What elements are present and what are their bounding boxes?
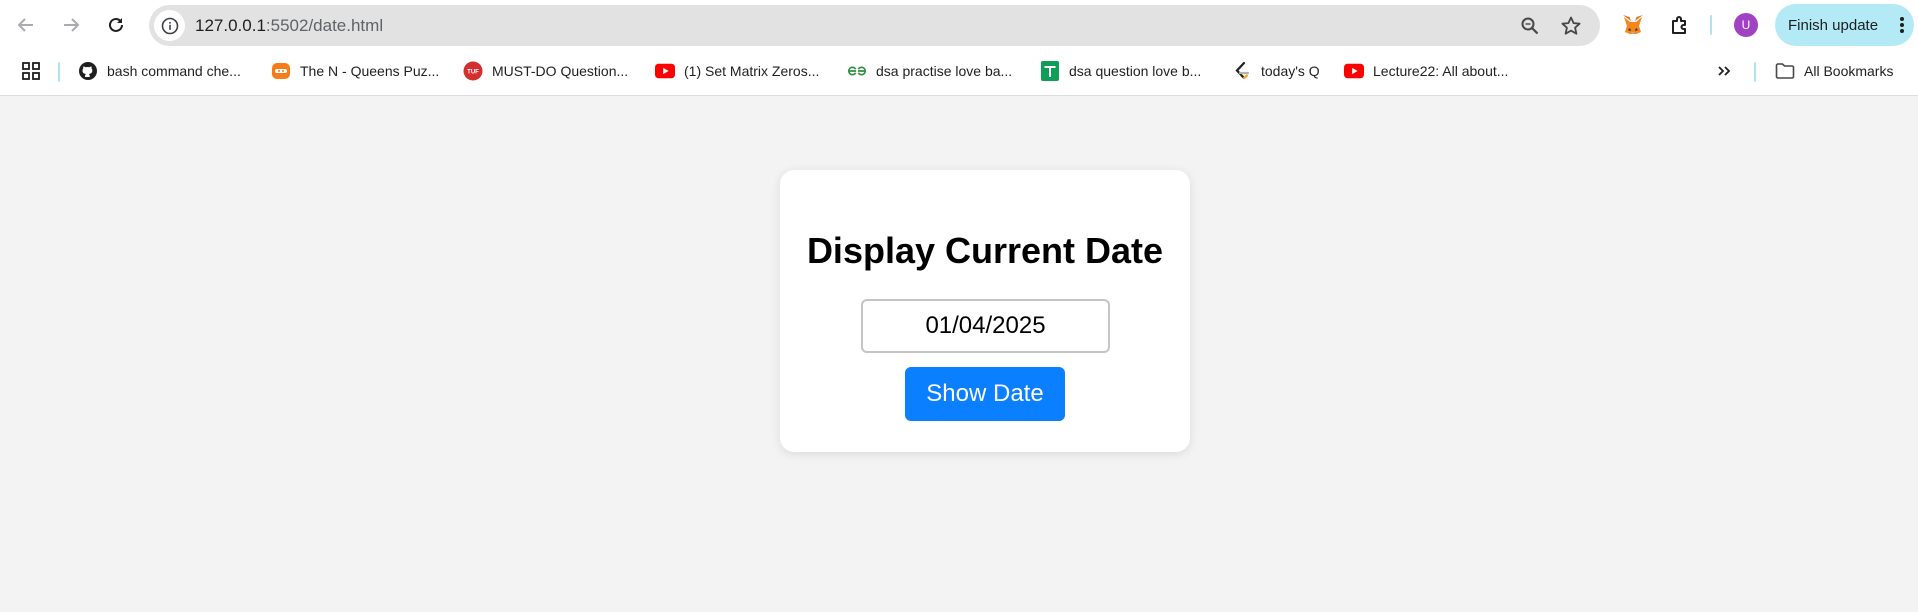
finish-update-button[interactable]: Finish update	[1775, 4, 1914, 46]
extensions-button[interactable]	[1665, 10, 1695, 40]
google-sheets-icon	[1040, 61, 1060, 81]
finish-update-label: Finish update	[1788, 16, 1879, 34]
url-host: 127.0.0.1	[195, 16, 266, 35]
profile-avatar[interactable]: U	[1734, 13, 1758, 37]
metamask-icon	[1623, 15, 1643, 34]
youtube-icon	[1344, 61, 1364, 81]
bookmark-label: The N - Queens Puz...	[300, 63, 440, 79]
bookmark-item[interactable]: dsa question love b...	[1040, 60, 1201, 82]
address-bar[interactable]: 127.0.0.1:5502/date.html	[149, 5, 1600, 46]
arrow-left-icon	[17, 18, 33, 32]
browser-toolbar: 127.0.0.1:5502/date.html U Finish update	[0, 0, 1918, 50]
gfg-icon	[847, 61, 867, 81]
bookmark-item[interactable]: The N - Queens Puz...	[271, 60, 439, 82]
toolbar-separator	[1710, 15, 1712, 35]
page-title: Display Current Date	[806, 230, 1164, 271]
bookmark-label: today's Q	[1261, 63, 1320, 79]
bookmark-label: dsa practise love ba...	[876, 63, 1013, 79]
bookmark-item[interactable]: today's Q	[1232, 60, 1320, 82]
leetcode-icon	[1232, 61, 1252, 81]
youtube-icon	[655, 61, 675, 81]
bookmark-label: dsa question love b...	[1069, 63, 1202, 79]
bookmark-star-button[interactable]	[1559, 14, 1583, 38]
coding-ninjas-icon	[271, 61, 291, 81]
bookmark-item[interactable]: (1) Set Matrix Zeros...	[655, 60, 819, 82]
bookmark-label: Lecture22: All about...	[1373, 63, 1509, 79]
folder-icon	[1775, 61, 1795, 81]
bookmarks-separator	[58, 62, 60, 82]
reload-icon	[109, 17, 123, 32]
bookmarks-overflow-button[interactable]	[1716, 60, 1732, 82]
forward-button[interactable]	[55, 9, 87, 41]
metamask-extension-button[interactable]	[1618, 10, 1648, 40]
all-bookmarks-button[interactable]: All Bookmarks	[1775, 60, 1893, 82]
bookmark-label: bash command che...	[107, 63, 241, 79]
reload-button[interactable]	[100, 9, 132, 41]
bookmark-label: MUST-DO Question...	[492, 63, 629, 79]
date-card: Display Current Date Show Date	[780, 170, 1190, 452]
svg-text:TUF: TUF	[467, 70, 479, 76]
bookmark-label: (1) Set Matrix Zeros...	[684, 63, 820, 79]
zoom-button[interactable]	[1518, 14, 1542, 38]
bookmark-item[interactable]: Lecture22: All about...	[1344, 60, 1508, 82]
bookmarks-bar: bash command che... The N - Queens Puz..…	[0, 50, 1918, 96]
date-input[interactable]	[861, 299, 1110, 353]
double-chevron-right-icon	[1718, 66, 1731, 76]
apps-grid-icon	[22, 62, 40, 80]
info-icon	[161, 17, 178, 34]
back-button[interactable]	[10, 9, 42, 41]
site-info-button[interactable]	[154, 10, 185, 41]
all-bookmarks-label: All Bookmarks	[1804, 63, 1894, 79]
bookmark-item[interactable]: bash command che...	[78, 60, 241, 82]
apps-button[interactable]	[21, 60, 41, 82]
url-text: 127.0.0.1:5502/date.html	[195, 16, 383, 36]
github-icon	[78, 61, 98, 81]
tuf-icon: TUF	[463, 61, 483, 81]
bookmark-item[interactable]: dsa practise love ba...	[847, 60, 1012, 82]
zoom-icon	[1521, 17, 1539, 35]
more-menu-icon[interactable]	[1900, 17, 1904, 33]
url-path: :5502/date.html	[265, 16, 384, 35]
bookmark-item[interactable]: TUF MUST-DO Question...	[463, 60, 628, 82]
star-icon	[1561, 16, 1581, 35]
show-date-button[interactable]: Show Date	[905, 367, 1065, 421]
bookmarks-separator	[1754, 62, 1756, 82]
puzzle-icon	[1672, 16, 1686, 34]
arrow-right-icon	[64, 18, 80, 32]
